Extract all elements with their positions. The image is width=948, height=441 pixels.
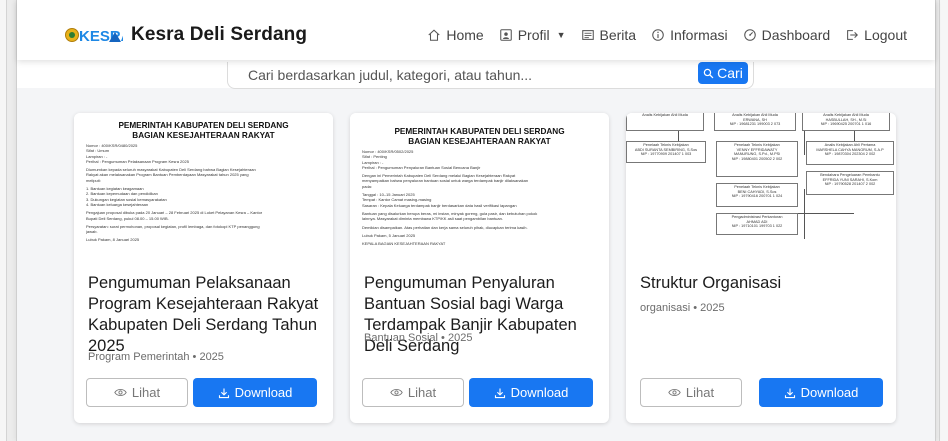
nav-profil[interactable]: Profil ▼ bbox=[499, 27, 566, 43]
document-preview[interactable]: PEMERINTAH KABUPATEN DELI SERDANG BAGIAN… bbox=[350, 113, 609, 263]
eye-icon bbox=[114, 389, 127, 396]
download-button[interactable]: Download bbox=[469, 378, 593, 407]
document-card: PEMERINTAH KABUPATEN DELI SERDANG BAGIAN… bbox=[350, 113, 609, 423]
preview-body: Nomor : 400/KSR/0480/2025 Sifat : Umum Lam… bbox=[86, 143, 321, 243]
document-card: Analis Kebijakan Ahli Muda Analis Kebija… bbox=[626, 113, 896, 423]
search-button[interactable]: Cari bbox=[698, 62, 748, 84]
speedometer-icon bbox=[743, 29, 756, 41]
download-button[interactable]: Download bbox=[193, 378, 317, 407]
brand-title: Kesra Deli Serdang bbox=[131, 24, 308, 45]
brand-link[interactable]: KESRA Kesra Deli Serdang bbox=[65, 24, 307, 46]
nav-home[interactable]: Home bbox=[427, 27, 484, 43]
preview-subheading: BAGIAN KESEJAHTERAAN RAKYAT bbox=[408, 136, 551, 146]
nav-logout-label: Logout bbox=[864, 27, 907, 43]
window-left-edge bbox=[0, 0, 7, 441]
view-button-label: Lihat bbox=[131, 385, 161, 400]
nav-dashboard-label: Dashboard bbox=[761, 27, 831, 43]
document-card: PEMERINTAH KABUPATEN DELI SERDANG BAGIAN… bbox=[74, 113, 333, 423]
org-box: Penelaah Teknis Kebijakan VENNY EFFRIDAW… bbox=[716, 141, 798, 177]
preview-heading: PEMERINTAH KABUPATEN DELI SERDANG bbox=[118, 121, 289, 130]
org-box: Analis Kebijakan Ahli Muda ERWANA, SH NI… bbox=[714, 113, 796, 131]
card-meta: organisasi • 2025 bbox=[640, 302, 725, 314]
card-title: Struktur Organisasi bbox=[640, 274, 782, 292]
id-card-icon bbox=[499, 29, 512, 41]
search-bar: Cari bbox=[227, 62, 754, 89]
chevron-down-icon: ▼ bbox=[556, 30, 566, 40]
view-button[interactable]: Lihat bbox=[86, 378, 188, 407]
view-button-label: Lihat bbox=[685, 385, 715, 400]
org-chart-preview[interactable]: Analis Kebijakan Ahli Muda Analis Kebija… bbox=[626, 113, 896, 263]
search-icon bbox=[703, 68, 714, 78]
nav-informasi[interactable]: Informasi bbox=[651, 27, 728, 43]
download-button-label: Download bbox=[800, 385, 859, 400]
nav-informasi-label: Informasi bbox=[670, 27, 728, 43]
download-button-label: Download bbox=[234, 385, 293, 400]
main-nav: Home Profil ▼ Berita Informasi Dashboard bbox=[427, 27, 907, 43]
preview-subheading: BAGIAN KESEJAHTERAAN RAKYAT bbox=[132, 130, 275, 140]
search-button-label: Cari bbox=[717, 65, 743, 81]
org-box: Penelaah Teknis Kebijakan ABDI SURANTA S… bbox=[626, 141, 706, 163]
navbar: KESRA Kesra Deli Serdang Home Profil ▼ B… bbox=[17, 0, 935, 60]
org-box: Analis Kebijakan Ahli Pertama MARSHELA C… bbox=[806, 141, 894, 165]
search-input[interactable] bbox=[228, 62, 678, 88]
nav-berita-label: Berita bbox=[599, 27, 637, 43]
nav-berita[interactable]: Berita bbox=[581, 27, 637, 43]
org-box: Analis Kebijakan Ahli Muda bbox=[626, 113, 704, 131]
card-title: Pengumuman Penyaluran Bantuan Sosial bag… bbox=[364, 274, 577, 355]
view-button-label: Lihat bbox=[407, 385, 437, 400]
download-icon bbox=[784, 388, 795, 398]
download-button[interactable]: Download bbox=[759, 378, 883, 407]
eye-icon bbox=[668, 389, 681, 396]
preview-heading: PEMERINTAH KABUPATEN DELI SERDANG bbox=[394, 127, 565, 136]
download-icon bbox=[218, 388, 229, 398]
kesra-logo: KESRA bbox=[65, 24, 132, 46]
org-box: Bendahara Pengeluaran Pembantu EFFRIDA Y… bbox=[806, 171, 894, 195]
document-preview[interactable]: PEMERINTAH KABUPATEN DELI SERDANG BAGIAN… bbox=[74, 113, 333, 263]
org-box: Pengadministrasi Perkantoran AHMAD ADI N… bbox=[716, 213, 798, 235]
preview-body: Nomor : 400/KSR/0502/2025 Sifat : Penting… bbox=[362, 149, 597, 246]
nav-home-label: Home bbox=[446, 27, 484, 43]
nav-dashboard[interactable]: Dashboard bbox=[743, 27, 831, 43]
view-button[interactable]: Lihat bbox=[640, 378, 742, 407]
preview-line: Lubuk Pakam, 8 Januari 2025 bbox=[86, 237, 140, 243]
card-meta: Program Pemerintah • 2025 bbox=[88, 351, 224, 363]
preview-line: KEPALA BAGIAN KESEJAHTERAAN RAKYAT bbox=[362, 241, 446, 247]
view-button[interactable]: Lihat bbox=[362, 378, 464, 407]
page-frame: KESRA Kesra Deli Serdang Home Profil ▼ B… bbox=[16, 0, 936, 441]
info-icon bbox=[652, 29, 664, 41]
org-box: Penelaah Teknis Kebijakan BENI CAHYADI, … bbox=[716, 183, 798, 207]
nav-logout[interactable]: Logout bbox=[845, 27, 907, 43]
card-title: Pengumuman Pelaksanaan Program Kesejahte… bbox=[88, 274, 319, 355]
newspaper-icon bbox=[581, 30, 594, 40]
card-meta: Bantuan Sosial • 2025 bbox=[364, 332, 473, 344]
window-right-edge bbox=[939, 0, 948, 441]
home-icon bbox=[428, 29, 440, 41]
org-box: Analis Kebijakan Ahli Muda HASBULLAH, SH… bbox=[802, 113, 890, 131]
download-icon bbox=[494, 388, 505, 398]
logout-icon bbox=[847, 30, 859, 40]
nav-profil-label: Profil bbox=[517, 27, 550, 43]
download-button-label: Download bbox=[510, 385, 569, 400]
eye-icon bbox=[390, 389, 403, 396]
